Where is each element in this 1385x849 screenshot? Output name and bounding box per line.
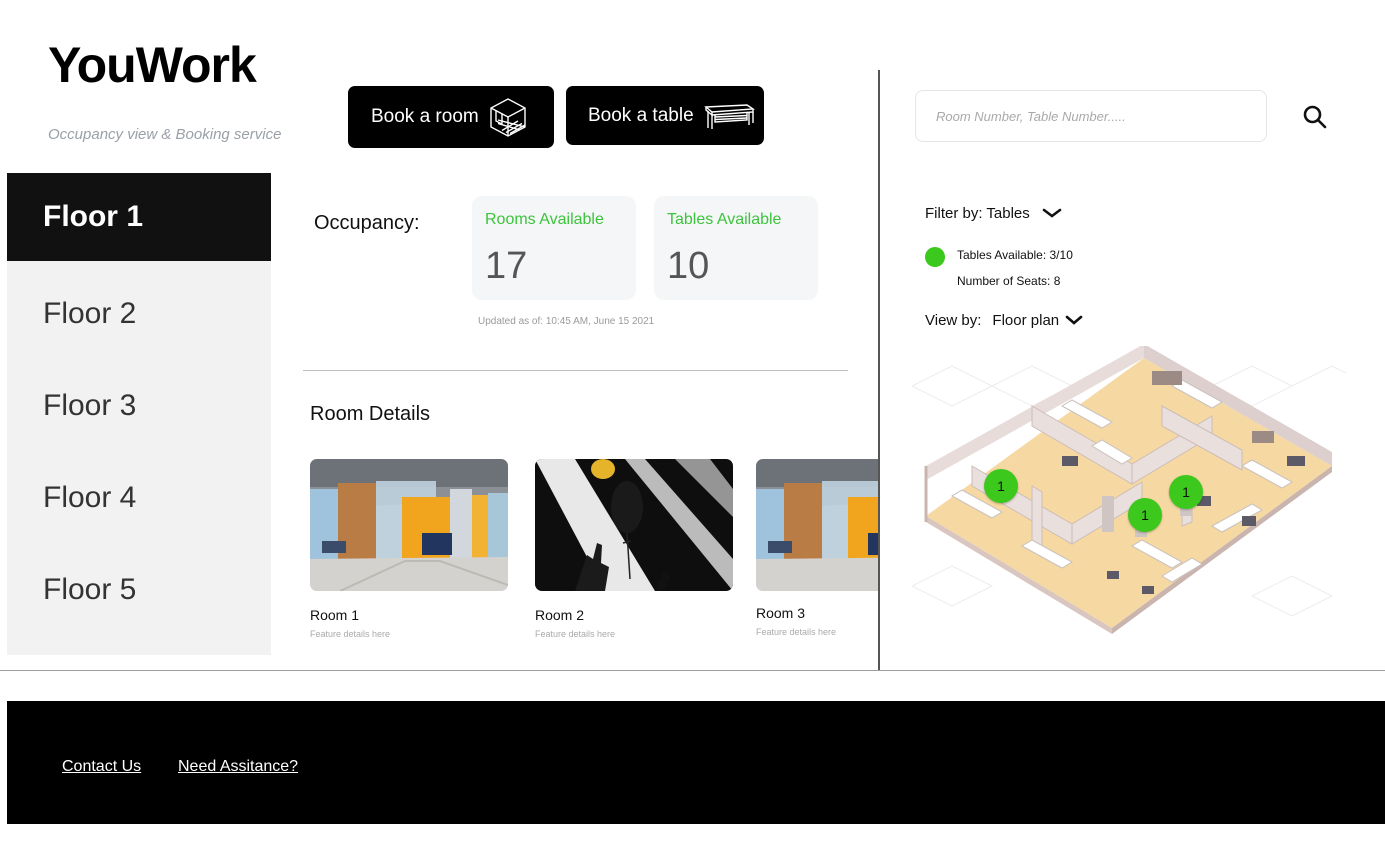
room-2-name: Room 2 [535, 607, 585, 623]
sidebar-item-floor-4[interactable]: Floor 4 [7, 454, 271, 542]
tables-available-legend: Tables Available: 3/10 [957, 248, 1073, 262]
seats-legend: Number of Seats: 8 [957, 274, 1061, 288]
room-1-image[interactable] [310, 459, 508, 591]
tables-available-value: 10 [667, 245, 710, 287]
room-2-features: Feature details here [535, 629, 616, 639]
search-input[interactable] [915, 90, 1267, 142]
sidebar-item-floor-1[interactable]: Floor 1 [7, 173, 271, 261]
rooms-available-value: 17 [485, 245, 528, 287]
filter-dropdown[interactable]: Filter by: Tables [925, 205, 1062, 222]
room-1-features: Feature details here [310, 629, 391, 639]
brand-tagline: Occupancy view & Booking service [48, 126, 282, 143]
room-1-name: Room 1 [310, 607, 360, 623]
footer: Contact Us Need Assitance? [7, 701, 1385, 824]
chevron-down-icon [1065, 312, 1083, 329]
section-divider [303, 370, 848, 371]
book-table-label: Book a table [588, 104, 694, 126]
room-card-1[interactable]: Room 1 Feature details here [310, 459, 508, 639]
room-card-3[interactable]: Room 3 Feature details here [756, 459, 878, 649]
table-marker[interactable]: 1 [984, 469, 1018, 503]
floor-plan-map[interactable]: 1 1 1 [910, 344, 1347, 636]
room-details-title: Room Details [310, 403, 431, 425]
room-2-image[interactable] [535, 459, 733, 591]
sidebar-item-floor-5[interactable]: Floor 5 [7, 546, 271, 634]
book-room-label: Book a room [371, 106, 479, 127]
table-icon [703, 101, 755, 131]
sidebar-item-floor-3[interactable]: Floor 3 [7, 362, 271, 450]
floor-sidebar: Floor 1 Floor 2 Floor 3 Floor 4 Floor 5 [7, 173, 271, 655]
brand-logo: YouWork [48, 37, 257, 93]
table-marker[interactable]: 1 [1169, 475, 1203, 509]
room-3-name: Room 3 [756, 605, 806, 621]
room-cube-icon [488, 97, 528, 137]
occupancy-label: Occupancy: [314, 212, 420, 234]
room-card-2[interactable]: Room 2 Feature details here [535, 459, 733, 639]
view-by-dropdown[interactable]: View by: Floor plan [925, 312, 1083, 329]
tables-available-card: Tables Available 10 [654, 196, 818, 300]
content-bottom-divider [0, 670, 1385, 671]
available-status-dot [925, 247, 945, 267]
book-table-button[interactable]: Book a table [566, 86, 764, 145]
room-3-image[interactable] [756, 459, 878, 591]
view-by-value: Floor plan [992, 312, 1060, 329]
room-3-features: Feature details here [756, 627, 837, 637]
vertical-divider [878, 70, 880, 671]
need-assistance-link[interactable]: Need Assitance? [178, 758, 298, 776]
tables-available-title: Tables Available [667, 211, 782, 228]
sidebar-item-floor-2[interactable]: Floor 2 [7, 270, 271, 358]
search-icon[interactable] [1302, 104, 1328, 130]
chevron-down-icon [1042, 205, 1062, 222]
rooms-available-card: Rooms Available 17 [472, 196, 636, 300]
contact-us-link[interactable]: Contact Us [62, 758, 141, 776]
rooms-available-title: Rooms Available [485, 211, 604, 228]
book-room-button[interactable]: Book a room [348, 86, 554, 148]
updated-timestamp: Updated as of: 10:45 AM, June 15 2021 [478, 316, 655, 327]
view-by-label: View by: [925, 312, 982, 329]
table-marker[interactable]: 1 [1128, 498, 1162, 532]
filter-label: Filter by: Tables [925, 205, 1030, 222]
